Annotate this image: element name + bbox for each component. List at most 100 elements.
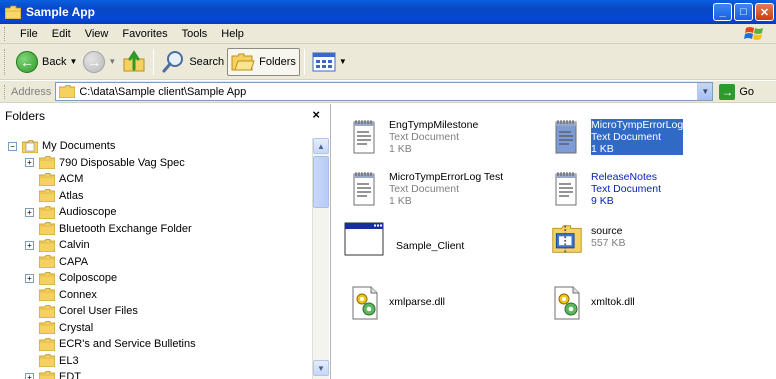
tree-item[interactable]: EL3: [0, 353, 313, 370]
tree-item[interactable]: Connex: [0, 287, 313, 304]
maximize-button[interactable]: □: [734, 3, 753, 21]
search-button[interactable]: Search: [158, 48, 227, 76]
expand-toggle-icon[interactable]: +: [25, 372, 34, 379]
tree-item[interactable]: ACM: [0, 171, 313, 188]
folder-icon: [39, 304, 55, 318]
tree-item[interactable]: + EDT: [0, 369, 313, 379]
scroll-down-icon[interactable]: ▼: [313, 360, 329, 376]
file-item[interactable]: MicroTympErrorLog Test Text Document 1 KB: [349, 170, 549, 207]
window-title: Sample App: [26, 5, 95, 19]
expand-toggle-icon[interactable]: +: [25, 273, 34, 283]
folder-icon: [39, 370, 55, 379]
views-button[interactable]: ▼: [309, 48, 350, 76]
folders-scrollbar[interactable]: ▲ ▼: [312, 138, 329, 379]
expand-toggle-icon[interactable]: +: [25, 207, 34, 217]
tree-item[interactable]: + Audioscope: [0, 204, 313, 221]
folder-icon: [59, 85, 76, 98]
file-item[interactable]: MicroTympErrorLog Text Document 1 KB: [551, 118, 751, 155]
expand-toggle-icon[interactable]: +: [25, 240, 34, 250]
up-folder-button[interactable]: [119, 48, 149, 76]
file-type: Text Document: [389, 131, 460, 143]
text-document-icon: [353, 120, 375, 154]
file-text: xmlparse.dll: [389, 285, 445, 308]
tree-item[interactable]: + Colposcope: [0, 270, 313, 287]
file-item[interactable]: xmlparse.dll: [349, 285, 549, 321]
folder-icon: [39, 321, 55, 335]
folder-icon: [39, 337, 55, 351]
tree-item-label: Connex: [59, 288, 97, 301]
tree-item[interactable]: ECR's and Service Bulletins: [0, 336, 313, 353]
folders-pane-close-button[interactable]: ×: [312, 107, 320, 122]
title-bar[interactable]: Sample App _ □ ✕: [0, 0, 776, 24]
file-item[interactable]: source 557 KB: [551, 221, 751, 257]
views-dropdown-icon[interactable]: ▼: [339, 57, 347, 66]
tree-item[interactable]: Bluetooth Exchange Folder: [0, 221, 313, 238]
forward-dropdown-icon[interactable]: ▼: [108, 57, 116, 66]
forward-button[interactable]: → ▼: [80, 48, 119, 76]
tree-item[interactable]: Crystal: [0, 320, 313, 337]
search-label: Search: [189, 55, 225, 68]
forward-arrow-icon: →: [83, 50, 106, 73]
views-icon: [312, 52, 336, 71]
folder-icon: [39, 172, 55, 186]
tree-item-label: EDT: [59, 371, 81, 379]
tree-item[interactable]: +790 Disposable Vag Spec: [0, 155, 313, 172]
address-input[interactable]: C:\data\Sample client\Sample App ▼: [55, 82, 714, 101]
dll-gear-icon: [554, 286, 580, 320]
scroll-up-icon[interactable]: ▲: [313, 138, 329, 154]
file-text: source 557 KB: [591, 221, 625, 249]
menu-help[interactable]: Help: [214, 28, 251, 40]
minimize-button[interactable]: _: [713, 3, 732, 21]
tree-item[interactable]: Atlas: [0, 188, 313, 205]
tree-item[interactable]: CAPA: [0, 254, 313, 271]
expand-toggle-icon[interactable]: +: [25, 158, 34, 168]
toolbar-separator: [153, 48, 155, 75]
file-name: xmltok.dll: [591, 296, 635, 308]
tree-item-label: CAPA: [59, 255, 89, 268]
menu-edit[interactable]: Edit: [45, 28, 78, 40]
menu-grip[interactable]: [4, 26, 7, 41]
tree-item[interactable]: Corel User Files: [0, 303, 313, 320]
compressed-folder-icon: [552, 225, 582, 253]
file-text: MicroTympErrorLog Test Text Document 1 KB: [389, 170, 503, 207]
folders-button[interactable]: Folders: [227, 47, 300, 76]
go-button[interactable]: → Go: [719, 83, 755, 100]
tree-item-label: ECR's and Service Bulletins: [59, 338, 196, 351]
file-text: MicroTympErrorLog Text Document 1 KB: [591, 118, 684, 155]
file-item[interactable]: EngTympMilestone Text Document 1 KB: [349, 118, 549, 155]
file-name: MicroTympErrorLog: [591, 119, 684, 131]
toolbar-grip[interactable]: [4, 48, 7, 75]
folders-pane-header: Folders ×: [0, 104, 330, 128]
folder-icon: [39, 238, 55, 252]
file-item[interactable]: Sample_Client: [340, 221, 540, 257]
file-text: Sample_Client: [396, 221, 464, 252]
back-dropdown-icon[interactable]: ▼: [69, 57, 77, 66]
expand-toggle-icon[interactable]: −: [8, 141, 17, 151]
file-item[interactable]: ReleaseNotes Text Document 9 KB: [551, 170, 751, 207]
menu-file[interactable]: File: [13, 28, 45, 40]
menu-view[interactable]: View: [78, 28, 116, 40]
back-arrow-icon: ←: [16, 50, 38, 73]
folder-icon: [5, 5, 21, 19]
tree-item[interactable]: − My Documents: [0, 138, 313, 155]
toolbar: ← Back ▼ → ▼ Search Folders ▼: [0, 44, 776, 80]
file-size: 9 KB: [591, 195, 614, 207]
address-dropdown-icon[interactable]: ▼: [697, 83, 713, 100]
tree-item-label: Audioscope: [59, 206, 117, 219]
file-size: 557 KB: [591, 237, 626, 249]
menu-tools[interactable]: Tools: [175, 28, 215, 40]
go-label: Go: [739, 85, 755, 98]
tree-item[interactable]: + Calvin: [0, 237, 313, 254]
address-grip[interactable]: [4, 84, 7, 99]
file-name: ReleaseNotes: [591, 171, 657, 183]
scrollbar-thumb[interactable]: [313, 156, 329, 208]
tree-item-label: Corel User Files: [59, 305, 138, 318]
file-type: Text Document: [591, 131, 684, 143]
application-window-icon: [344, 222, 384, 256]
file-name: xmlparse.dll: [389, 296, 446, 308]
folder-icon: [39, 354, 55, 368]
close-window-button[interactable]: ✕: [755, 3, 774, 21]
menu-favorites[interactable]: Favorites: [115, 28, 174, 40]
back-button[interactable]: ← Back ▼: [13, 48, 80, 76]
file-item[interactable]: xmltok.dll: [551, 285, 751, 321]
